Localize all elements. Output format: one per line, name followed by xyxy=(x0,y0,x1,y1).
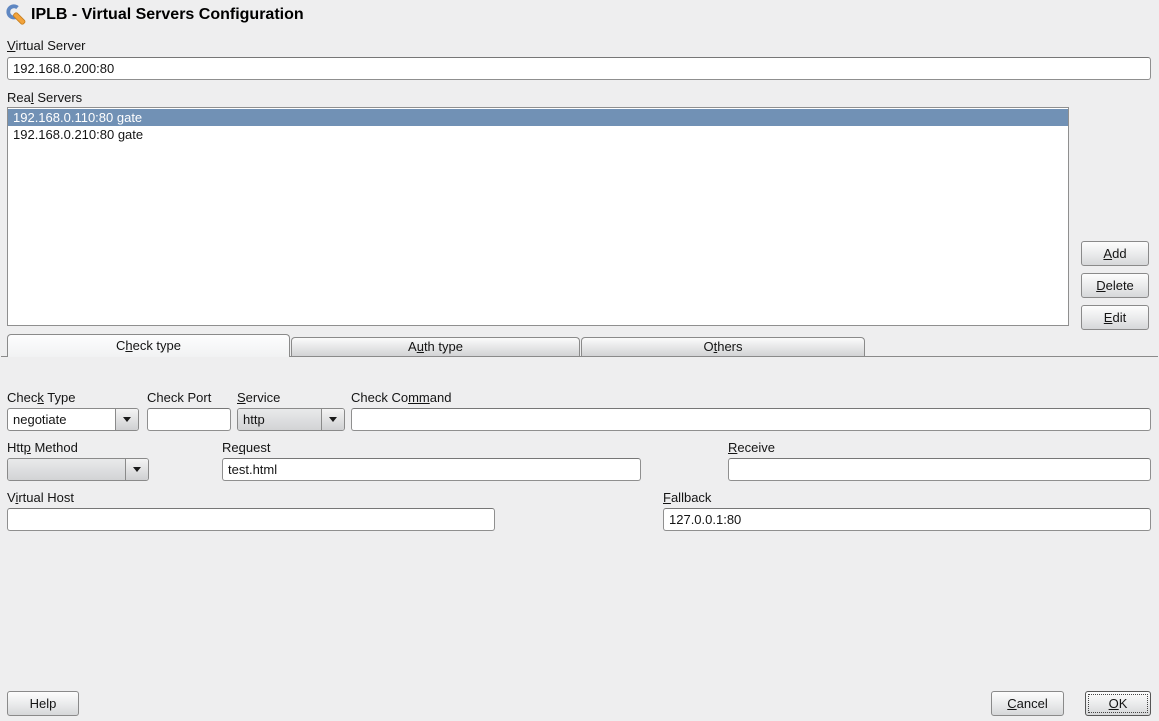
edit-button-label: Edit xyxy=(1104,310,1126,325)
cancel-button-label: Cancel xyxy=(1007,696,1047,711)
list-item[interactable]: 192.168.0.210:80 gate xyxy=(8,126,1068,143)
check-port-label: Check Port xyxy=(147,390,211,406)
service-combobox-value: http xyxy=(238,409,321,430)
delete-button-label: Delete xyxy=(1096,278,1134,293)
chevron-down-icon[interactable] xyxy=(321,409,344,430)
iplb-dialog: IPLB - Virtual Servers Configuration Vir… xyxy=(0,0,1159,721)
tab-check-type[interactable]: Check type xyxy=(7,334,290,357)
request-input[interactable] xyxy=(222,458,641,481)
service-label: Service xyxy=(237,390,280,406)
cancel-button[interactable]: Cancel xyxy=(991,691,1064,716)
real-servers-list[interactable]: 192.168.0.110:80 gate 192.168.0.210:80 g… xyxy=(7,107,1069,326)
tab-auth-type[interactable]: Auth type xyxy=(291,337,580,356)
fallback-input[interactable] xyxy=(663,508,1151,531)
http-method-combobox[interactable] xyxy=(7,458,149,481)
virtual-server-label: Virtual Server xyxy=(7,38,86,54)
check-type-combobox[interactable]: negotiate xyxy=(7,408,139,431)
delete-button[interactable]: Delete xyxy=(1081,273,1149,298)
receive-input[interactable] xyxy=(728,458,1151,481)
virtual-server-input[interactable] xyxy=(7,57,1151,80)
fallback-label: Fallback xyxy=(663,490,711,506)
help-button-label: Help xyxy=(30,696,57,711)
add-button-label: Add xyxy=(1103,246,1126,261)
http-method-combobox-value xyxy=(8,459,125,480)
tab-auth-type-label: Auth type xyxy=(408,339,463,354)
wrench-icon xyxy=(5,4,29,28)
edit-button[interactable]: Edit xyxy=(1081,305,1149,330)
http-method-label: Http Method xyxy=(7,440,78,456)
chevron-down-icon[interactable] xyxy=(125,459,148,480)
ok-button-label: OK xyxy=(1109,696,1128,711)
tab-others[interactable]: Others xyxy=(581,337,865,356)
tab-check-type-label: Check type xyxy=(116,338,181,353)
add-button[interactable]: Add xyxy=(1081,241,1149,266)
check-type-label: Check Type xyxy=(7,390,75,406)
service-combobox[interactable]: http xyxy=(237,408,345,431)
help-button[interactable]: Help xyxy=(7,691,79,716)
check-command-label: Check Command xyxy=(351,390,451,406)
list-item[interactable]: 192.168.0.110:80 gate xyxy=(8,109,1068,126)
check-command-input[interactable] xyxy=(351,408,1151,431)
request-label: Request xyxy=(222,440,270,456)
page-title: IPLB - Virtual Servers Configuration xyxy=(31,6,304,24)
receive-label: Receive xyxy=(728,440,775,456)
virtual-host-input[interactable] xyxy=(7,508,495,531)
virtual-host-label: Virtual Host xyxy=(7,490,74,506)
real-servers-label: Real Servers xyxy=(7,90,82,106)
ok-button[interactable]: OK xyxy=(1085,691,1151,716)
check-port-input[interactable] xyxy=(147,408,231,431)
check-type-combobox-value: negotiate xyxy=(8,409,115,430)
tab-others-label: Others xyxy=(703,339,742,354)
chevron-down-icon[interactable] xyxy=(115,409,138,430)
